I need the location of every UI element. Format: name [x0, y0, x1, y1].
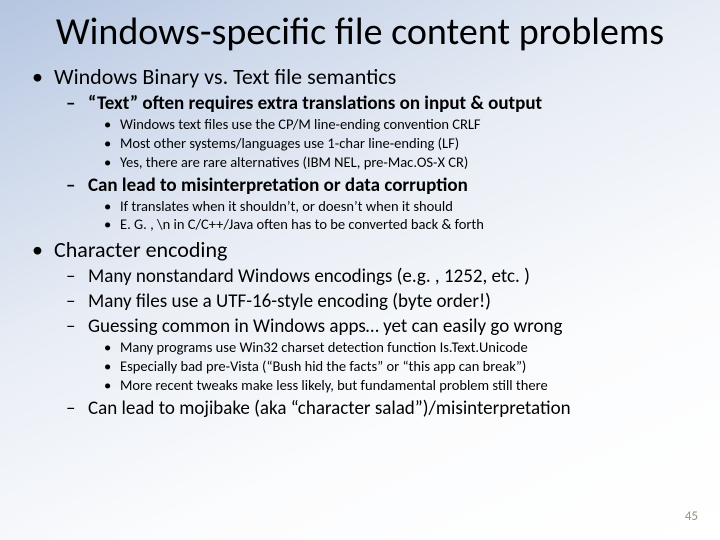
list-item: Many nonstandard Windows encodings (e.g.…	[54, 265, 696, 288]
list-item: Especially bad pre-Vista (“Bush hid the …	[88, 357, 696, 376]
bullet-text: Yes, there are rare alternatives (IBM NE…	[120, 153, 468, 171]
slide: Windows-specific file content problems W…	[0, 0, 720, 540]
list-item: Character encoding Many nonstandard Wind…	[24, 236, 696, 420]
bullet-text: Can lead to mojibake (aka “character sal…	[88, 397, 571, 420]
list-item: Many files use a UTF-16-style encoding (…	[54, 290, 696, 313]
list-item: Yes, there are rare alternatives (IBM NE…	[88, 153, 696, 172]
bullet-text: Character encoding	[54, 236, 227, 263]
list-item: If translates when it shouldn’t, or does…	[88, 197, 696, 216]
list-item: Many programs use Win32 charset detectio…	[88, 338, 696, 357]
bullet-text: Many files use a UTF-16-style encoding (…	[88, 290, 491, 313]
bullet-text: “Text” often requires extra translations…	[88, 92, 542, 115]
list-item: Windows Binary vs. Text file semantics “…	[24, 63, 696, 234]
list-item: More recent tweaks make less likely, but…	[88, 376, 696, 395]
bullet-text: If translates when it shouldn’t, or does…	[120, 197, 453, 215]
bullet-text: Windows Binary vs. Text file semantics	[54, 63, 396, 90]
bullet-text: Can lead to misinterpretation or data co…	[88, 174, 468, 197]
bullet-text: Most other systems/languages use 1-char …	[120, 134, 459, 152]
bullet-text: Windows text files use the CP/M line-end…	[120, 115, 481, 133]
page-number: 45	[685, 509, 698, 524]
bullet-text: E. G. , \n in C/C++/Java often has to be…	[120, 215, 484, 233]
bullet-text: Guessing common in Windows apps… yet can…	[88, 315, 562, 338]
list-item: Can lead to misinterpretation or data co…	[54, 174, 696, 235]
bullet-text: More recent tweaks make less likely, but…	[120, 376, 548, 394]
list-item: Most other systems/languages use 1-char …	[88, 134, 696, 153]
bullet-text: Especially bad pre-Vista (“Bush hid the …	[120, 357, 526, 375]
slide-title: Windows-specific file content problems	[24, 12, 696, 53]
list-item: E. G. , \n in C/C++/Java often has to be…	[88, 215, 696, 234]
bullet-text: Many nonstandard Windows encodings (e.g.…	[88, 265, 530, 288]
list-item: Can lead to mojibake (aka “character sal…	[54, 397, 696, 420]
list-item: Guessing common in Windows apps… yet can…	[54, 315, 696, 395]
bullet-list: Windows Binary vs. Text file semantics “…	[24, 63, 696, 420]
bullet-text: Many programs use Win32 charset detectio…	[120, 338, 528, 356]
list-item: “Text” often requires extra translations…	[54, 92, 696, 172]
list-item: Windows text files use the CP/M line-end…	[88, 115, 696, 134]
